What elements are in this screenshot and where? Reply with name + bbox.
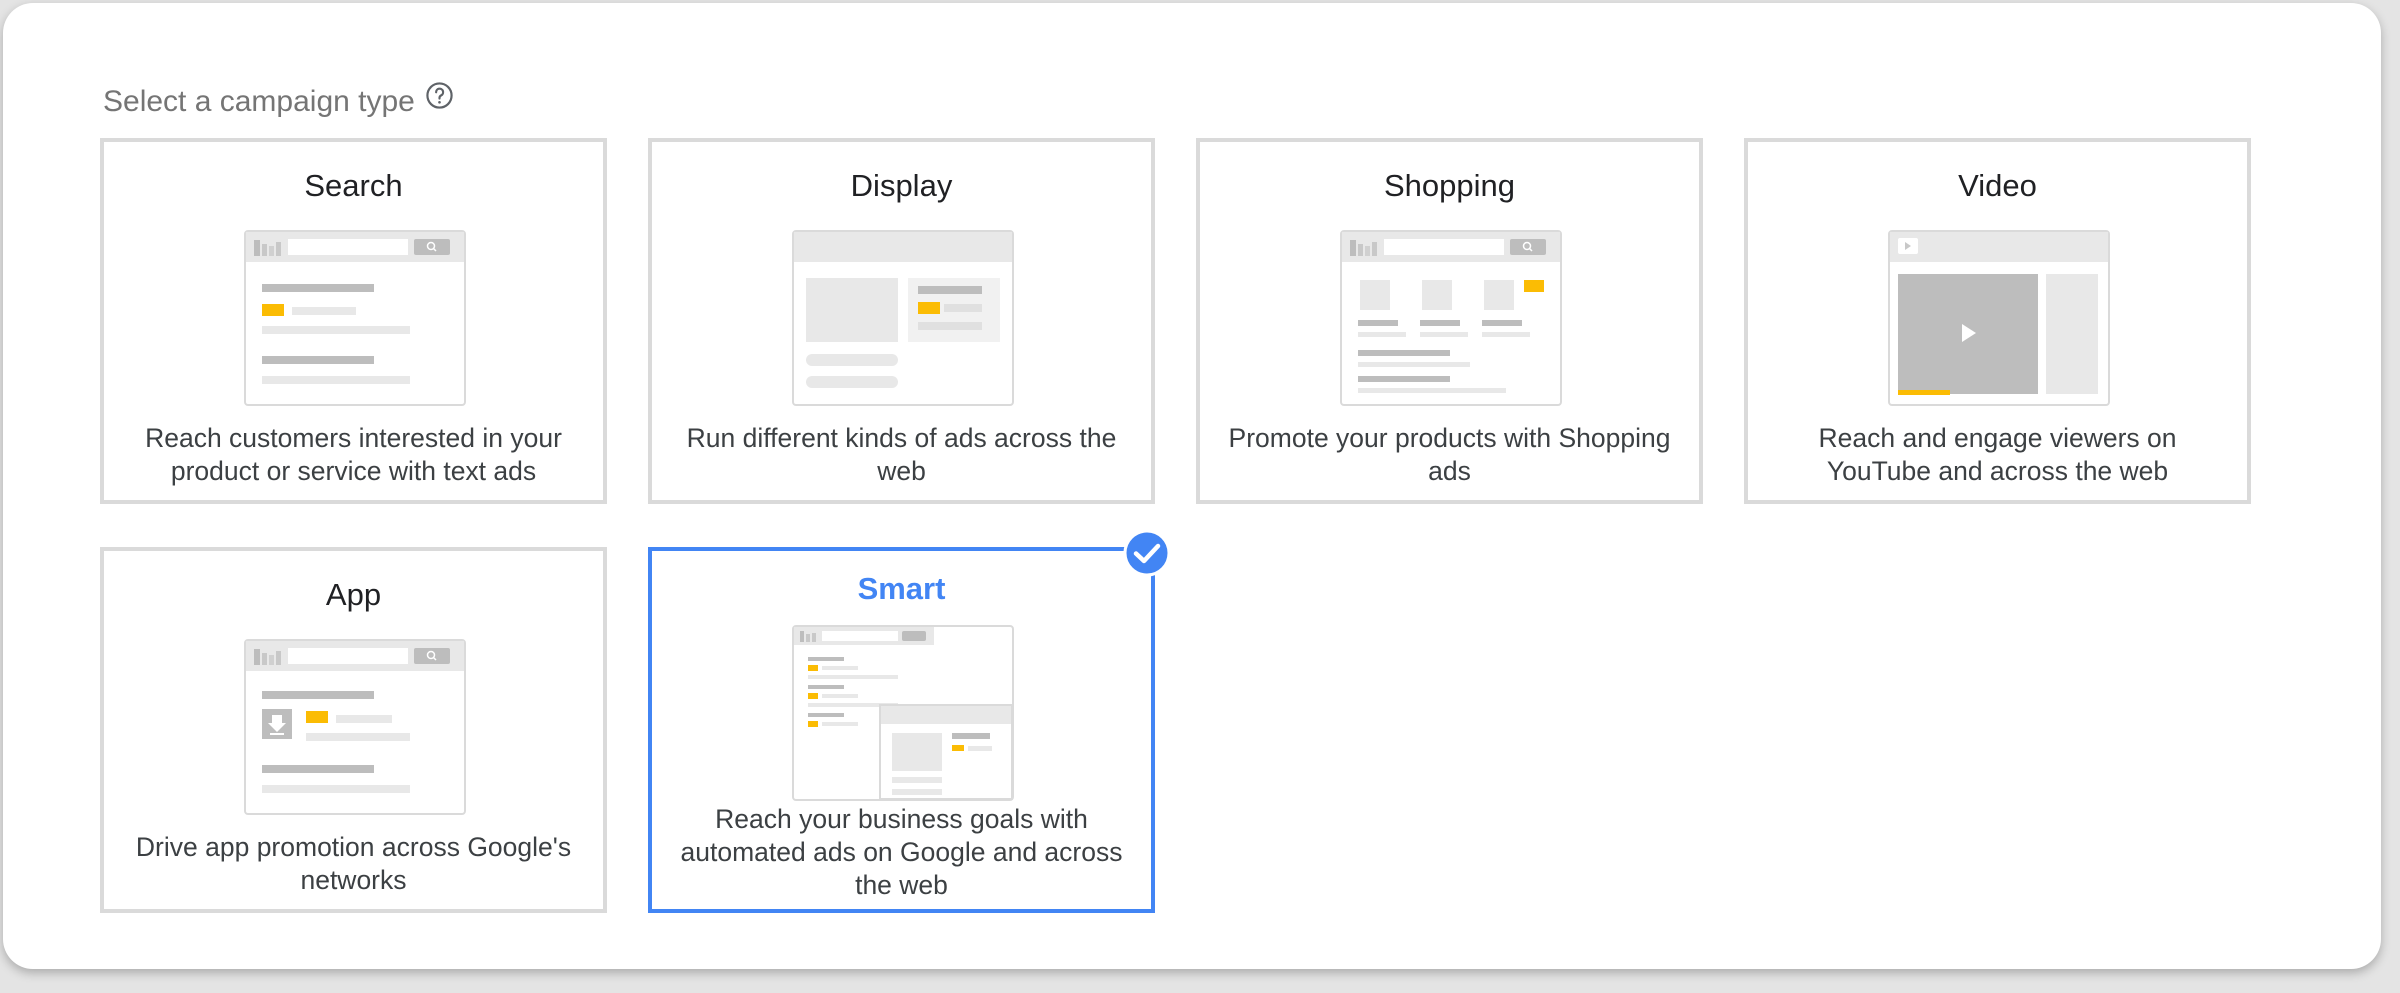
card-description: Reach and engage viewers on YouTube and …	[1818, 423, 2177, 486]
campaign-card-shopping[interactable]: Shopping Promote your products with Shop…	[1196, 138, 1703, 504]
card-title: Search	[304, 168, 403, 203]
card-title: Display	[850, 168, 953, 203]
selected-check-icon	[1123, 529, 1171, 577]
app-ad-illustration	[244, 639, 466, 815]
card-description: Reach your business goals with automated…	[680, 804, 1123, 900]
campaign-card-video[interactable]: Video Reach and engage viewers on YouTub…	[1744, 138, 2251, 504]
shopping-ad-illustration	[1340, 230, 1562, 406]
help-circle-icon[interactable]	[425, 81, 454, 110]
search-ad-illustration	[244, 230, 466, 406]
campaign-card-display[interactable]: Display Run different kinds of ads acros…	[648, 138, 1155, 504]
card-description: Run different kinds of ads across the we…	[686, 423, 1117, 486]
card-description: Drive app promotion across Google's netw…	[135, 832, 572, 895]
card-title: Video	[1958, 168, 2037, 203]
card-title: App	[325, 577, 382, 612]
display-ad-illustration	[792, 230, 1014, 406]
section-heading: Select a campaign type	[103, 81, 454, 119]
video-ad-illustration	[1888, 230, 2110, 406]
card-title: Smart	[857, 571, 946, 606]
campaign-type-panel: Select a campaign type Search Reach cust…	[3, 3, 2381, 969]
campaign-card-smart[interactable]: Smart Reach your business goals with aut…	[648, 529, 1171, 913]
campaign-card-app[interactable]: App Drive app promotion across Google's …	[100, 547, 607, 913]
section-heading-label: Select a campaign type	[103, 85, 415, 118]
smart-ad-illustration	[792, 625, 1014, 801]
card-description: Reach customers interested in your produ…	[145, 423, 562, 486]
card-description: Promote your products with Shopping ads	[1228, 423, 1671, 486]
campaign-card-search[interactable]: Search Reach customers interested in you…	[100, 138, 607, 504]
card-title: Shopping	[1383, 168, 1515, 203]
